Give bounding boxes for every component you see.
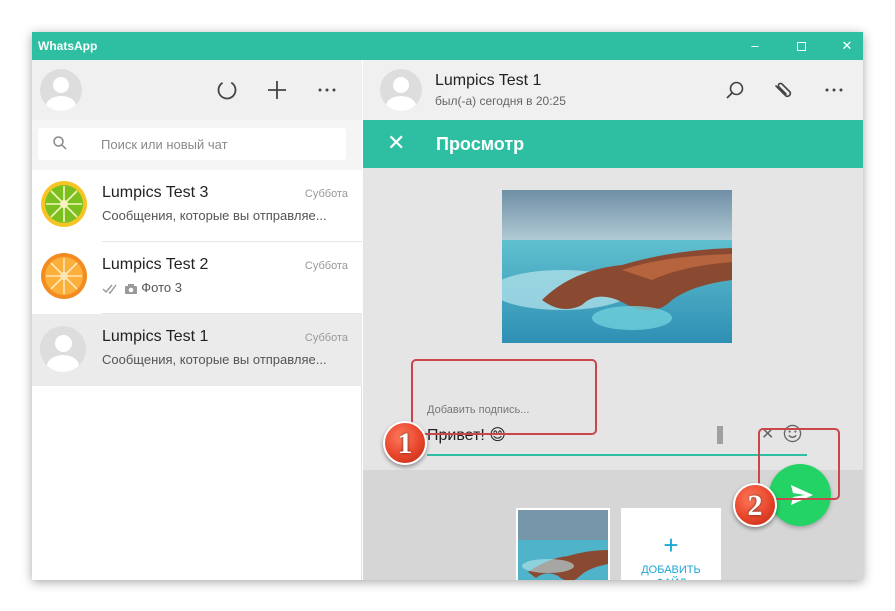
double-check-icon bbox=[102, 284, 117, 294]
preview-bar: ✕ Просмотр bbox=[363, 120, 863, 168]
left-header bbox=[32, 60, 362, 120]
chat-preview: Сообщения, которые вы отправляе... bbox=[102, 352, 327, 367]
attachment-thumbnail[interactable] bbox=[516, 508, 610, 580]
avatar bbox=[40, 326, 86, 372]
avatar bbox=[40, 180, 88, 228]
add-file-label: ДОБАВИТЬ ФАЙЛ bbox=[641, 564, 701, 580]
close-preview-button[interactable]: ✕ bbox=[387, 132, 405, 154]
chat-name: Lumpics Test 2 bbox=[102, 256, 209, 273]
preview-title: Просмотр bbox=[436, 134, 525, 154]
search-placeholder: Поиск или новый чат bbox=[101, 137, 228, 152]
search-icon[interactable] bbox=[722, 77, 748, 103]
chat-preview: Сообщения, которые вы отправляе... bbox=[102, 208, 327, 223]
attach-icon[interactable] bbox=[771, 77, 797, 103]
chat-date: Суббота bbox=[304, 188, 348, 200]
annotation-box-caption bbox=[411, 359, 597, 435]
text-cursor bbox=[717, 426, 723, 444]
contact-status: был(-а) сегодня в 20:25 bbox=[435, 94, 566, 108]
contact-name[interactable]: Lumpics Test 1 bbox=[435, 72, 541, 90]
camera-icon bbox=[124, 283, 137, 294]
my-avatar[interactable] bbox=[40, 69, 82, 111]
search-icon bbox=[53, 136, 67, 150]
chat-item-lumpics-test-1[interactable]: Lumpics Test 1 Суббота Сообщения, которы… bbox=[32, 314, 362, 386]
chat-preview-row: Фото 3 bbox=[102, 280, 182, 295]
annotation-marker-2: 2 bbox=[733, 483, 777, 527]
avatar bbox=[40, 252, 88, 300]
minimize-button[interactable]: – bbox=[732, 32, 778, 60]
caption-underline bbox=[427, 454, 807, 456]
status-icon[interactable] bbox=[214, 77, 240, 103]
menu-icon[interactable] bbox=[314, 77, 340, 103]
chat-list-panel: Поиск или новый чат Lumpics Test 3 Суббо… bbox=[32, 60, 362, 580]
plus-icon: + bbox=[663, 530, 679, 560]
annotation-marker-1: 1 bbox=[383, 421, 427, 465]
new-chat-icon[interactable] bbox=[264, 77, 290, 103]
close-window-button[interactable]: ✕ bbox=[824, 32, 863, 60]
title-bar: WhatsApp – ✕ bbox=[32, 32, 863, 60]
maximize-icon bbox=[796, 42, 806, 52]
add-file-button[interactable]: + ДОБАВИТЬ ФАЙЛ bbox=[621, 508, 721, 580]
chat-item-lumpics-test-2[interactable]: Lumpics Test 2 Суббота Фото 3 bbox=[32, 242, 362, 314]
chat-date: Суббота bbox=[304, 260, 348, 272]
search-input[interactable]: Поиск или новый чат bbox=[38, 128, 346, 160]
chat-preview: Фото 3 bbox=[141, 280, 182, 295]
contact-avatar[interactable] bbox=[380, 69, 422, 111]
menu-icon[interactable] bbox=[821, 77, 847, 103]
chat-date: Суббота bbox=[304, 332, 348, 344]
preview-image bbox=[502, 190, 732, 343]
chat-name: Lumpics Test 1 bbox=[102, 328, 209, 345]
conversation-header: Lumpics Test 1 был(-а) сегодня в 20:25 bbox=[363, 60, 863, 120]
chat-item-lumpics-test-3[interactable]: Lumpics Test 3 Суббота Сообщения, которы… bbox=[32, 170, 362, 242]
maximize-button[interactable] bbox=[778, 32, 824, 60]
conversation-panel: Lumpics Test 1 был(-а) сегодня в 20:25 ✕… bbox=[363, 60, 863, 580]
search-area: Поиск или новый чат bbox=[32, 120, 362, 170]
app-title: WhatsApp bbox=[38, 39, 98, 53]
chat-name: Lumpics Test 3 bbox=[102, 184, 209, 201]
